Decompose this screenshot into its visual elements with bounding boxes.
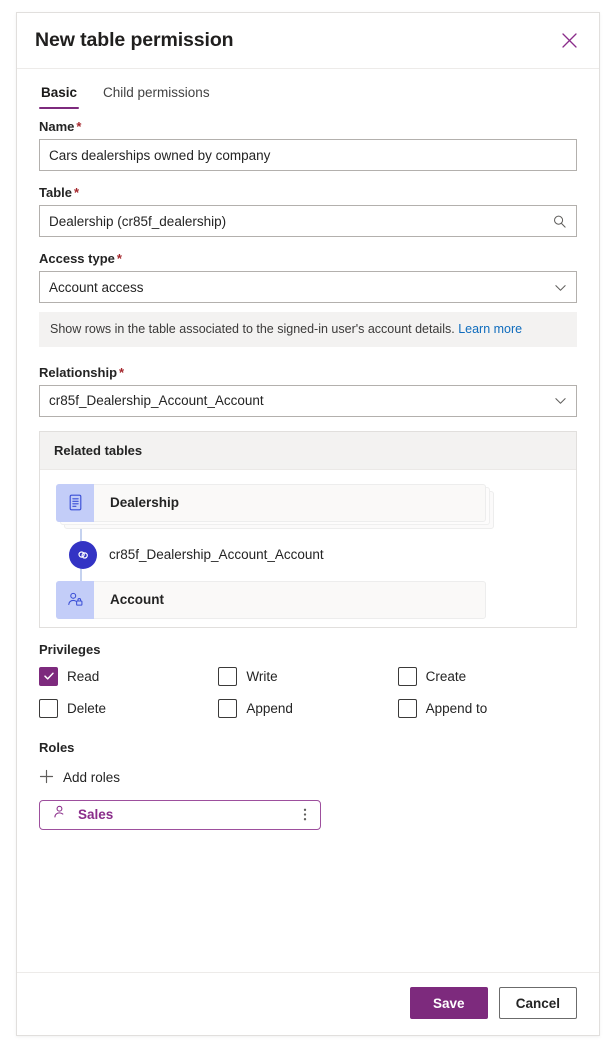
dialog-body: Name * Cars dealerships owned by company … xyxy=(17,109,599,972)
table-label: Table * xyxy=(39,185,577,200)
dialog-header: New table permission xyxy=(17,13,599,69)
add-roles-label: Add roles xyxy=(63,770,121,786)
checkbox-create[interactable] xyxy=(397,666,417,686)
node-account[interactable]: Account xyxy=(56,580,486,619)
access-type-select[interactable]: Account access xyxy=(39,271,577,303)
role-chip-sales[interactable]: Sales xyxy=(39,799,321,830)
table-lookup-input[interactable]: Dealership (cr85f_dealership) xyxy=(39,205,577,237)
checkbox-append-to[interactable] xyxy=(397,698,417,718)
related-tables-header: Related tables xyxy=(40,431,576,470)
relationship-label-text: Relationship xyxy=(39,364,118,380)
page-title: New table permission xyxy=(35,29,234,51)
roles-label: Roles xyxy=(39,739,75,755)
name-input-value: Cars dealerships owned by company xyxy=(49,147,271,163)
access-type-value: Account access xyxy=(49,279,144,295)
access-type-info-text: Show rows in the table associated to the… xyxy=(50,322,455,336)
cancel-button[interactable]: Cancel xyxy=(498,987,577,1019)
dialog-footer: Save Cancel xyxy=(17,972,599,1035)
relationship-value: cr85f_Dealership_Account_Account xyxy=(49,393,264,409)
access-type-label-text: Access type xyxy=(39,251,115,266)
table-document-icon xyxy=(56,483,94,522)
required-asterisk: * xyxy=(119,364,125,380)
roles-section: Roles Add roles Sales xyxy=(39,740,577,830)
node-dealership-label: Dealership xyxy=(110,495,180,511)
checkbox-delete[interactable] xyxy=(39,698,58,718)
privileges-grid: Read Write Create Delete Append Append t… xyxy=(39,666,577,718)
plus-icon xyxy=(39,769,54,787)
search-icon[interactable] xyxy=(552,214,567,229)
table-label-text: Table xyxy=(39,185,72,200)
privilege-delete-label: Delete xyxy=(67,700,107,716)
privilege-append-to-label: Append to xyxy=(425,700,488,716)
privilege-create-label: Create xyxy=(425,668,467,684)
name-input[interactable]: Cars dealerships owned by company xyxy=(39,139,577,171)
related-tables-panel: Related tables Dealership cr85f_Dealersh… xyxy=(39,430,577,628)
relationship-select[interactable]: cr85f_Dealership_Account_Account xyxy=(39,384,577,417)
privilege-append[interactable]: Append xyxy=(218,698,397,718)
privileges-label: Privileges xyxy=(39,641,101,657)
chevron-down-icon[interactable] xyxy=(554,394,567,407)
role-chip-name: Sales xyxy=(78,807,114,823)
field-access-type: Access type * Account access Show rows in… xyxy=(39,251,577,347)
node-account-label: Account xyxy=(110,592,164,608)
person-role-icon xyxy=(52,804,68,825)
related-tables-diagram: Dealership cr85f_Dealership_Account_Acco… xyxy=(40,470,576,627)
relationship-node[interactable]: cr85f_Dealership_Account_Account xyxy=(56,538,560,572)
close-icon xyxy=(561,33,577,48)
privilege-delete[interactable]: Delete xyxy=(39,698,218,718)
person-lock-icon xyxy=(56,580,94,619)
privilege-append-to[interactable]: Append to xyxy=(397,698,577,718)
required-asterisk: * xyxy=(76,119,82,134)
field-relationship: Relationship * cr85f_Dealership_Account_A… xyxy=(39,365,577,417)
field-table: Table * Dealership (cr85f_dealership) xyxy=(39,185,577,237)
checkbox-append[interactable] xyxy=(218,698,238,718)
relationship-node-label: cr85f_Dealership_Account_Account xyxy=(109,547,324,563)
access-type-label: Access type * xyxy=(39,251,577,266)
privilege-append-label: Append xyxy=(246,700,293,716)
save-button[interactable]: Save xyxy=(409,987,488,1019)
add-roles-button[interactable]: Add roles xyxy=(39,765,120,791)
required-asterisk: * xyxy=(116,251,122,266)
close-button[interactable] xyxy=(553,25,585,57)
privileges-section: Privileges Read Write Create Delete Appe… xyxy=(39,642,577,718)
node-dealership[interactable]: Dealership xyxy=(56,483,486,522)
source-node-wrapper: Dealership xyxy=(56,483,560,529)
checkbox-write[interactable] xyxy=(218,666,238,686)
field-name: Name * Cars dealerships owned by company xyxy=(39,119,577,171)
new-table-permission-dialog: New table permission Basic Child permiss… xyxy=(16,12,600,1036)
privilege-create[interactable]: Create xyxy=(397,666,577,686)
name-label: Name * xyxy=(39,119,577,134)
privilege-read-label: Read xyxy=(67,668,100,684)
chevron-down-icon[interactable] xyxy=(554,281,567,294)
access-type-info-bar: Show rows in the table associated to the… xyxy=(39,312,577,347)
privilege-read[interactable]: Read xyxy=(39,666,218,686)
more-vertical-icon[interactable] xyxy=(300,807,310,822)
required-asterisk: * xyxy=(74,185,80,200)
relationship-label: Relationship * xyxy=(39,365,577,380)
learn-more-link[interactable]: Learn more xyxy=(458,322,522,336)
tab-bar: Basic Child permissions xyxy=(17,69,599,109)
tab-child-permissions[interactable]: Child permissions xyxy=(101,83,212,109)
tab-basic[interactable]: Basic xyxy=(39,83,80,109)
table-lookup-value: Dealership (cr85f_dealership) xyxy=(49,213,227,229)
checkbox-read[interactable] xyxy=(39,666,58,686)
privilege-write-label: Write xyxy=(246,668,278,684)
link-icon xyxy=(69,540,97,569)
name-label-text: Name xyxy=(39,119,75,134)
privilege-write[interactable]: Write xyxy=(218,666,397,686)
